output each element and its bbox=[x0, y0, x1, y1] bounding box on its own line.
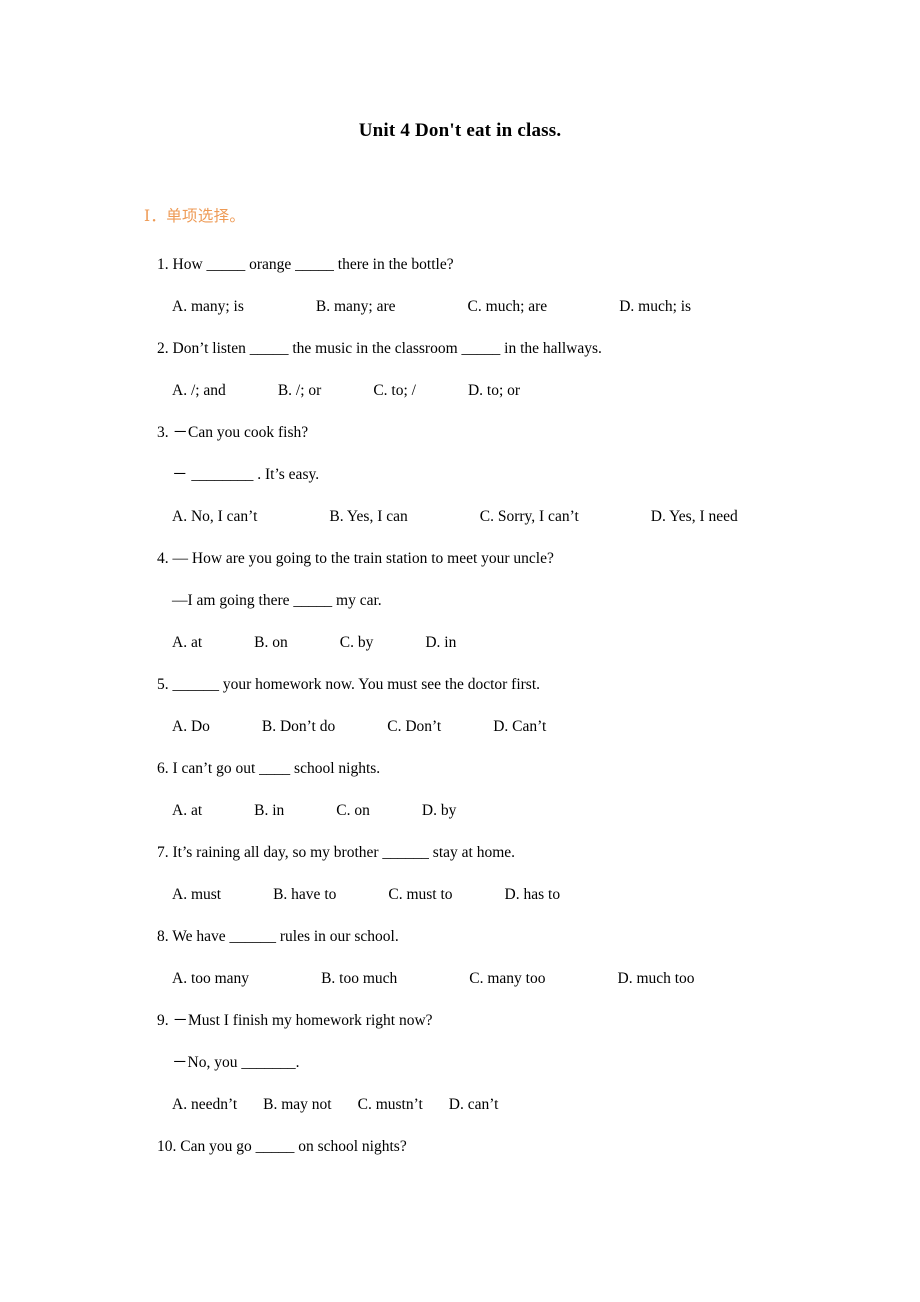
question-block: 7. It’s raining all day, so my brother _… bbox=[0, 832, 920, 916]
option-choice[interactable]: A. at bbox=[172, 790, 202, 832]
option-choice[interactable]: A. too many bbox=[172, 958, 249, 1000]
question-stem: 4. — How are you going to the train stat… bbox=[157, 550, 554, 567]
option-row: A. many; is B. many; are C. much; are D. mu… bbox=[0, 286, 920, 328]
option-choice[interactable]: D. in bbox=[425, 622, 456, 664]
option-row: A. at B. on C. by D. in bbox=[0, 622, 920, 664]
option-choice[interactable]: B. on bbox=[254, 622, 288, 664]
question-stem: 6. I can’t go out ____ school nights. bbox=[157, 760, 381, 777]
question-block: 1. How _____ orange _____ there in the b… bbox=[0, 244, 920, 328]
option-choice[interactable]: C. on bbox=[336, 790, 370, 832]
section-heading: Ⅰ．单项选择。 bbox=[144, 208, 246, 225]
option-choice[interactable]: B. Yes, I can bbox=[329, 496, 407, 538]
option-choice[interactable]: B. /; or bbox=[278, 370, 322, 412]
question-block: 3. －Can you cook fish? － ________ . It’s … bbox=[0, 412, 920, 538]
option-choice[interactable]: A. must bbox=[172, 874, 221, 916]
question-list: 1. How _____ orange _____ there in the b… bbox=[0, 244, 920, 1168]
option-choice[interactable]: C. Sorry, I can’t bbox=[480, 496, 579, 538]
page-title: Unit 4 Don't eat in class. bbox=[358, 120, 562, 141]
option-choice[interactable]: C. to; / bbox=[373, 370, 416, 412]
question-block: 9. －Must I finish my homework right now?… bbox=[0, 1000, 920, 1126]
question-stem: 9. －Must I finish my homework right now? bbox=[157, 1012, 433, 1029]
question-stem: 3. －Can you cook fish? bbox=[157, 424, 309, 441]
option-choice[interactable]: D. has to bbox=[505, 874, 561, 916]
option-choice[interactable]: B. many; are bbox=[316, 286, 396, 328]
question-block: 6. I can’t go out ____ school nights. A. … bbox=[0, 748, 920, 832]
option-choice[interactable]: A. many; is bbox=[172, 286, 244, 328]
question-stem: 7. It’s raining all day, so my brother _… bbox=[157, 844, 516, 861]
option-choice[interactable]: C. much; are bbox=[468, 286, 548, 328]
option-choice[interactable]: C. many too bbox=[469, 958, 545, 1000]
question-block: 2. Don’t listen _____ the music in the c… bbox=[0, 328, 920, 412]
question-sub-line: －No, you _______. bbox=[172, 1054, 300, 1071]
option-choice[interactable]: A. needn’t bbox=[172, 1084, 237, 1126]
question-block: 4. — How are you going to the train stat… bbox=[0, 538, 920, 664]
question-stem: 2. Don’t listen _____ the music in the c… bbox=[157, 340, 602, 357]
option-choice[interactable]: B. have to bbox=[273, 874, 336, 916]
option-choice[interactable]: D. to; or bbox=[468, 370, 520, 412]
question-sub-line: —I am going there _____ my car. bbox=[172, 592, 382, 609]
option-choice[interactable]: D. much; is bbox=[619, 286, 691, 328]
question-block: 8. We have ______ rules in our school. A.… bbox=[0, 916, 920, 1000]
option-row: A. too many B. too much C. many too D. much… bbox=[0, 958, 920, 1000]
option-row: A. No, I can’t B. Yes, I can C. Sorry, I c… bbox=[0, 496, 920, 538]
option-choice[interactable]: B. too much bbox=[321, 958, 397, 1000]
option-choice[interactable]: C. by bbox=[340, 622, 374, 664]
option-choice[interactable]: A. Do bbox=[172, 706, 210, 748]
option-choice[interactable]: D. by bbox=[422, 790, 456, 832]
option-choice[interactable]: A. at bbox=[172, 622, 202, 664]
question-stem: 1. How _____ orange _____ there in the b… bbox=[157, 256, 454, 273]
option-choice[interactable]: D. much too bbox=[618, 958, 695, 1000]
option-choice[interactable]: C. Don’t bbox=[387, 706, 441, 748]
option-choice[interactable]: D. Can’t bbox=[493, 706, 546, 748]
option-choice[interactable]: B. in bbox=[254, 790, 284, 832]
option-choice[interactable]: C. must to bbox=[388, 874, 452, 916]
question-stem: 5. ______ your homework now. You must se… bbox=[157, 676, 541, 693]
option-row: A. needn’t B. may not C. mustn’t D. can’t bbox=[0, 1084, 920, 1126]
option-row: A. Do B. Don’t do C. Don’t D. Can’t bbox=[0, 706, 920, 748]
option-choice[interactable]: B. may not bbox=[263, 1084, 331, 1126]
question-stem: 8. We have ______ rules in our school. bbox=[157, 928, 399, 945]
option-choice[interactable]: B. Don’t do bbox=[262, 706, 335, 748]
question-block: 5. ______ your homework now. You must se… bbox=[0, 664, 920, 748]
option-row: A. must B. have to C. must to D. has to bbox=[0, 874, 920, 916]
option-choice[interactable]: A. /; and bbox=[172, 370, 226, 412]
option-choice[interactable]: D. can’t bbox=[449, 1084, 499, 1126]
option-choice[interactable]: D. Yes, I need bbox=[651, 496, 738, 538]
option-row: A. at B. in C. on D. by bbox=[0, 790, 920, 832]
worksheet-page: Unit 4 Don't eat in class. Ⅰ．单项选择。 1. Ho… bbox=[0, 0, 920, 1302]
question-block: 10. Can you go _____ on school nights? bbox=[0, 1126, 920, 1168]
question-sub-line: － ________ . It’s easy. bbox=[172, 466, 320, 483]
option-row: A. /; and B. /; or C. to; / D. to; or bbox=[0, 370, 920, 412]
option-choice[interactable]: C. mustn’t bbox=[358, 1084, 423, 1126]
question-stem: 10. Can you go _____ on school nights? bbox=[157, 1138, 407, 1155]
option-choice[interactable]: A. No, I can’t bbox=[172, 496, 257, 538]
